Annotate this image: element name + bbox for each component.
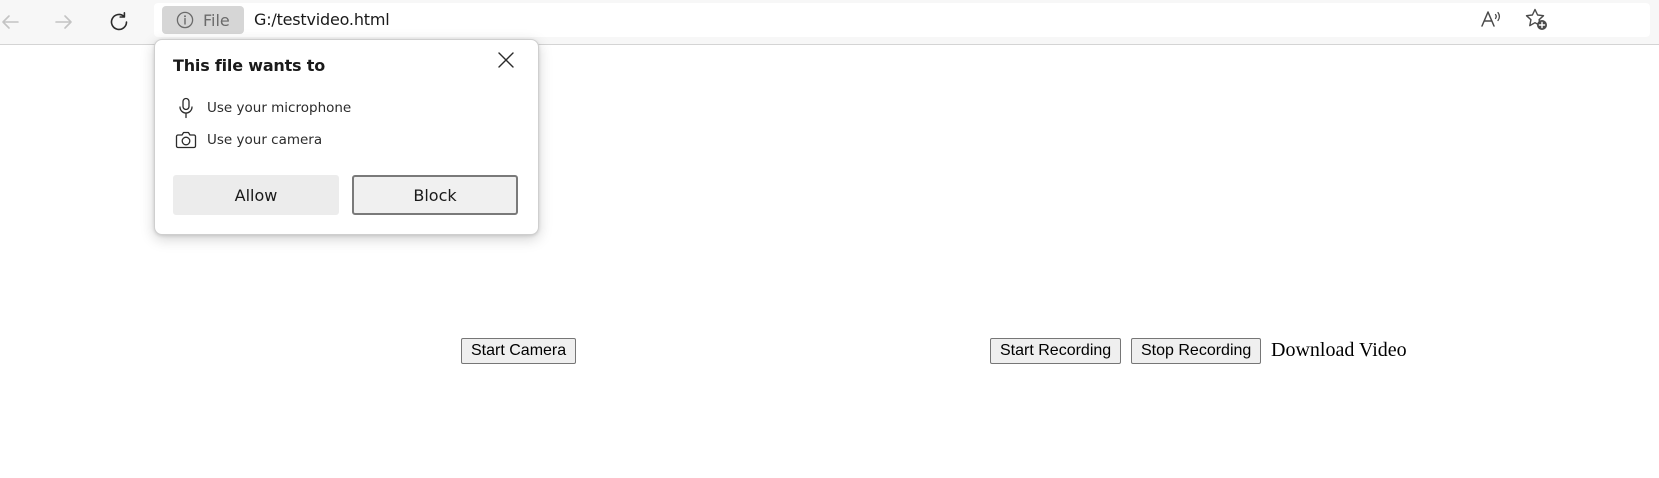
start-recording-button[interactable]: Start Recording [990, 338, 1122, 364]
refresh-button[interactable] [103, 6, 135, 38]
forward-button[interactable] [48, 6, 80, 38]
permission-microphone: Use your microphone [175, 97, 351, 119]
block-button[interactable]: Block [352, 175, 518, 215]
info-circle-icon [176, 11, 194, 29]
star-add-icon [1524, 7, 1548, 36]
read-aloud-icon [1479, 7, 1503, 36]
popup-title: This file wants to [173, 56, 325, 75]
url-text[interactable]: G:/testvideo.html [254, 10, 390, 29]
download-video-link[interactable]: Download Video [1271, 339, 1407, 362]
microphone-icon [175, 97, 197, 119]
stop-recording-button[interactable]: Stop Recording [1131, 338, 1262, 364]
arrow-right-icon [53, 11, 75, 33]
add-favorite-button[interactable] [1524, 7, 1548, 36]
permission-camera: Use your camera [175, 129, 322, 151]
site-info-button[interactable]: File [162, 6, 244, 34]
popup-close-button[interactable] [494, 50, 518, 74]
camera-icon [175, 129, 197, 151]
permission-popup: This file wants to Use your microphone U… [154, 39, 539, 235]
allow-button[interactable]: Allow [173, 175, 339, 215]
permission-label: Use your microphone [207, 100, 352, 116]
start-camera-button[interactable]: Start Camera [461, 338, 577, 364]
read-aloud-button[interactable] [1479, 9, 1503, 33]
close-icon [497, 51, 515, 74]
refresh-icon [107, 10, 131, 34]
site-chip-label: File [203, 10, 230, 30]
permission-label: Use your camera [207, 132, 323, 148]
arrow-left-icon [0, 11, 21, 33]
address-bar[interactable]: File G:/testvideo.html [154, 3, 1650, 37]
back-button[interactable] [0, 6, 26, 38]
